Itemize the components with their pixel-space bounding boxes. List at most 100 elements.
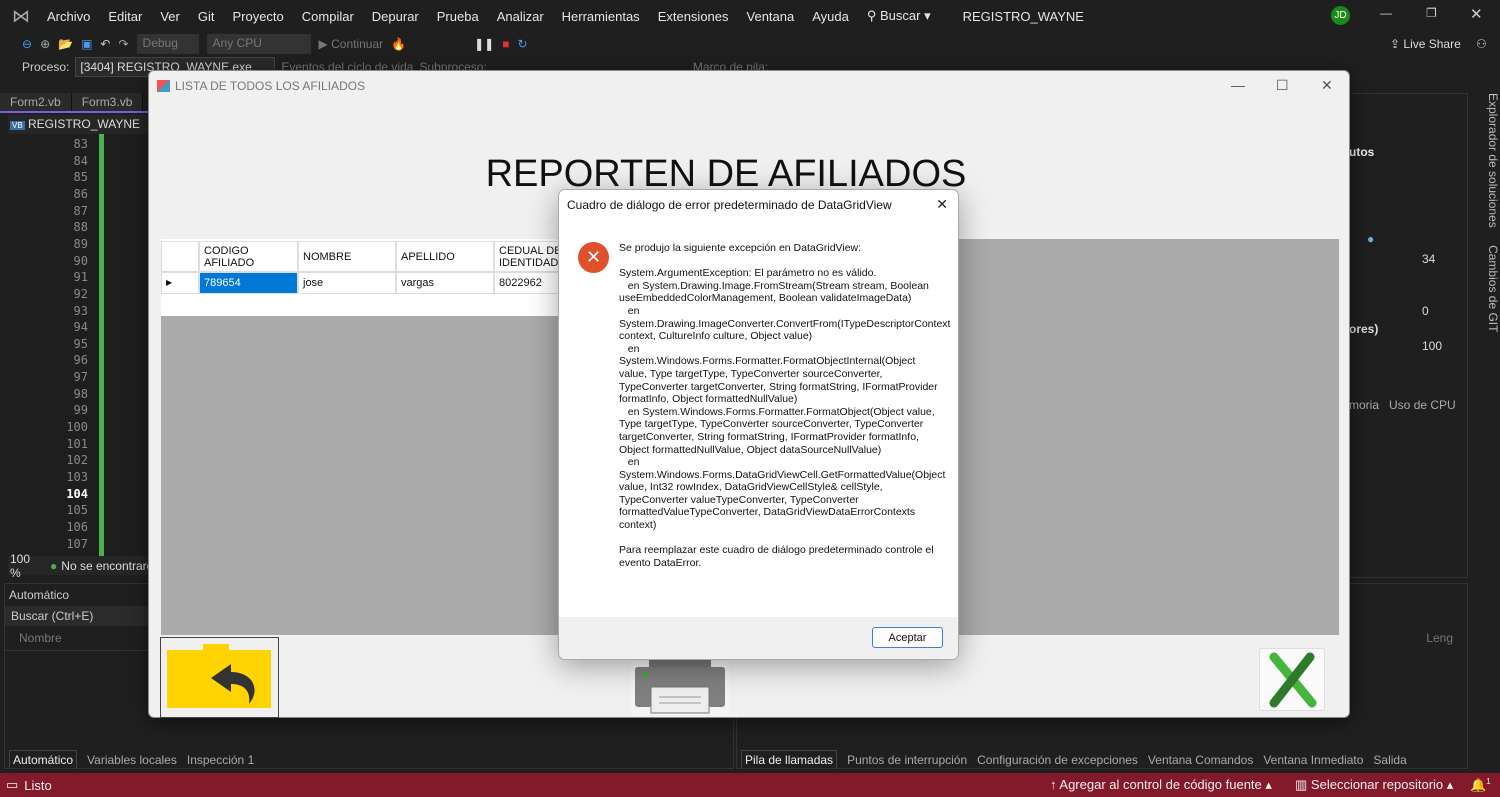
process-label: Proceso: bbox=[22, 60, 70, 74]
menu-prueba[interactable]: Prueba bbox=[428, 9, 488, 24]
app-icon bbox=[157, 80, 170, 92]
excel-export-button[interactable] bbox=[1259, 648, 1325, 711]
status-ready: Listo bbox=[24, 777, 52, 793]
restart-icon[interactable]: ↻ bbox=[517, 37, 527, 51]
tab-variables-locales[interactable]: Variables locales bbox=[87, 753, 177, 767]
grid-cell[interactable]: jose bbox=[298, 272, 396, 294]
diag-title: utos bbox=[1349, 145, 1375, 159]
line-number: 94 bbox=[73, 320, 88, 335]
save-icon[interactable]: ▣ bbox=[81, 37, 92, 51]
menu-analizar[interactable]: Analizar bbox=[488, 9, 553, 24]
back-folder-button[interactable] bbox=[160, 637, 279, 718]
config-select[interactable]: Debug bbox=[136, 34, 199, 54]
solution-name: REGISTRO_WAYNE bbox=[962, 8, 1084, 24]
line-number: 99 bbox=[73, 403, 88, 418]
tab-pila-llamadas[interactable]: Pila de llamadas bbox=[741, 750, 838, 769]
line-number: 84 bbox=[73, 153, 88, 168]
menu-bar: ⋈ Archivo Editar Ver Git Proyecto Compil… bbox=[0, 0, 1500, 32]
zoom-select[interactable]: 100 % bbox=[10, 552, 30, 580]
line-number: 87 bbox=[73, 203, 88, 218]
feedback-icon[interactable]: ⚇ bbox=[1476, 37, 1487, 51]
menu-git[interactable]: Git bbox=[189, 9, 224, 24]
callstack-col-lang: Leng bbox=[1426, 631, 1453, 645]
window-title: LISTA DE TODOS LOS AFILIADOS bbox=[175, 79, 366, 93]
window-maximize-icon[interactable]: ☐ bbox=[1276, 77, 1289, 94]
notification-icon[interactable]: 🔔1 bbox=[1470, 777, 1491, 793]
live-share-button[interactable]: ⇪ Live Share bbox=[1390, 37, 1461, 51]
close-icon[interactable]: ✕ bbox=[1470, 5, 1483, 23]
window-minimize-icon[interactable]: — bbox=[1231, 77, 1245, 93]
grid-cell[interactable]: vargas bbox=[396, 272, 494, 294]
menu-proyecto[interactable]: Proyecto bbox=[223, 9, 292, 24]
tab-ventana-comandos[interactable]: Ventana Comandos bbox=[1148, 753, 1253, 767]
dialog-footer: Aceptar bbox=[559, 617, 958, 659]
diag-subtitle: ores) bbox=[1349, 322, 1379, 336]
window-titlebar: LISTA DE TODOS LOS AFILIADOS bbox=[149, 71, 1349, 101]
back-icon[interactable]: ⊖ bbox=[22, 37, 32, 51]
tab-form2[interactable]: Form2.vb bbox=[0, 93, 72, 111]
tab-memoria[interactable]: moria bbox=[1349, 398, 1379, 412]
open-icon[interactable]: 📂 bbox=[58, 37, 73, 51]
column-header[interactable]: CODIGO AFILIADO bbox=[199, 241, 298, 272]
grid-cell[interactable]: 789654 bbox=[199, 272, 298, 294]
menu-depurar[interactable]: Depurar bbox=[363, 9, 428, 24]
menu-herramientas[interactable]: Herramientas bbox=[553, 9, 649, 24]
minimize-icon[interactable]: — bbox=[1380, 6, 1392, 20]
menu-archivo[interactable]: Archivo bbox=[38, 9, 99, 24]
tab-inspeccion[interactable]: Inspección 1 bbox=[187, 753, 254, 767]
line-number: 105 bbox=[66, 503, 88, 518]
tab-config-excepciones[interactable]: Configuración de excepciones bbox=[977, 753, 1138, 767]
side-strip: Explorador de soluciones Cambios de GIT bbox=[1470, 93, 1500, 393]
window-close-icon[interactable]: ✕ bbox=[1321, 77, 1333, 94]
stop-icon[interactable]: ■ bbox=[502, 37, 509, 51]
tab-automatico[interactable]: Automático bbox=[9, 750, 78, 769]
tab-explorador-soluciones[interactable]: Explorador de soluciones bbox=[1486, 93, 1500, 228]
line-number: 86 bbox=[73, 186, 88, 201]
line-number: 93 bbox=[73, 303, 88, 318]
code-editor[interactable]: 83 84 85 86 87 88 89 90 91 92 93 94 95 96 97 98 99 100 101… bbox=[8, 134, 148, 556]
tab-salida[interactable]: Salida bbox=[1373, 753, 1406, 767]
diag-tabs: moria Uso de CPU bbox=[1349, 398, 1456, 412]
column-header[interactable]: APELLIDO bbox=[396, 241, 494, 272]
undo-icon[interactable]: ↶ bbox=[100, 37, 110, 51]
avatar[interactable]: JD bbox=[1331, 6, 1350, 25]
menu-ver[interactable]: Ver bbox=[151, 9, 189, 24]
column-header[interactable]: NOMBRE bbox=[298, 241, 396, 272]
line-number: 83 bbox=[73, 137, 88, 151]
grid-corner[interactable] bbox=[161, 241, 199, 272]
tab-form3[interactable]: Form3.vb bbox=[71, 93, 144, 111]
search-button[interactable]: ⚲ Buscar ▾ bbox=[858, 8, 940, 24]
hot-reload-icon[interactable]: 🔥 bbox=[391, 37, 406, 51]
continue-button[interactable]: ▶ Continuar bbox=[319, 37, 384, 51]
row-header[interactable]: ▶ bbox=[161, 272, 199, 294]
accept-button[interactable]: Aceptar bbox=[872, 627, 943, 648]
redo-icon[interactable]: ↷ bbox=[118, 37, 128, 51]
tab-puntos-interrupcion[interactable]: Puntos de interrupción bbox=[847, 753, 967, 767]
pause-icon[interactable]: ❚❚ bbox=[474, 37, 494, 51]
menu-compilar[interactable]: Compilar bbox=[293, 9, 363, 24]
menu-ventana[interactable]: Ventana bbox=[738, 9, 804, 24]
diagnostics-panel: utos ● 34 0 ores) 100 moria Uso de CPU bbox=[1340, 93, 1468, 578]
line-number: 96 bbox=[73, 353, 88, 368]
editor-tabs: Form2.vb Form3.vb bbox=[0, 93, 148, 113]
error-icon: ✕ bbox=[578, 242, 609, 273]
printer-icon bbox=[635, 659, 725, 714]
line-number: 107 bbox=[66, 536, 88, 551]
editor-status: 100 % ● No se encontraron problemas bbox=[8, 552, 219, 580]
file-header[interactable]: VB REGISTRO_WAYNE bbox=[8, 115, 148, 135]
tab-cambios-git[interactable]: Cambios de GIT bbox=[1486, 245, 1500, 332]
menu-extensiones[interactable]: Extensiones bbox=[649, 9, 738, 24]
menu-editar[interactable]: Editar bbox=[99, 9, 151, 24]
menu-ayuda[interactable]: Ayuda bbox=[803, 9, 858, 24]
restore-icon[interactable]: ❐ bbox=[1426, 6, 1437, 20]
tab-ventana-inmediato[interactable]: Ventana Inmediato bbox=[1263, 753, 1363, 767]
forward-icon[interactable]: ⊕ bbox=[40, 37, 50, 51]
dialog-close-icon[interactable]: ✕ bbox=[936, 196, 948, 213]
platform-select[interactable]: Any CPU bbox=[206, 34, 311, 54]
add-source-control[interactable]: ↑ Agregar al control de código fuente ▴ bbox=[1050, 777, 1272, 793]
tab-cpu[interactable]: Uso de CPU bbox=[1389, 398, 1456, 412]
line-number: 104 bbox=[66, 486, 88, 501]
select-repo[interactable]: ▥ Seleccionar repositorio ▴ bbox=[1295, 777, 1453, 793]
print-button[interactable] bbox=[631, 659, 729, 715]
error-message: Se produjo la siguiente excepción en Dat… bbox=[619, 242, 951, 569]
